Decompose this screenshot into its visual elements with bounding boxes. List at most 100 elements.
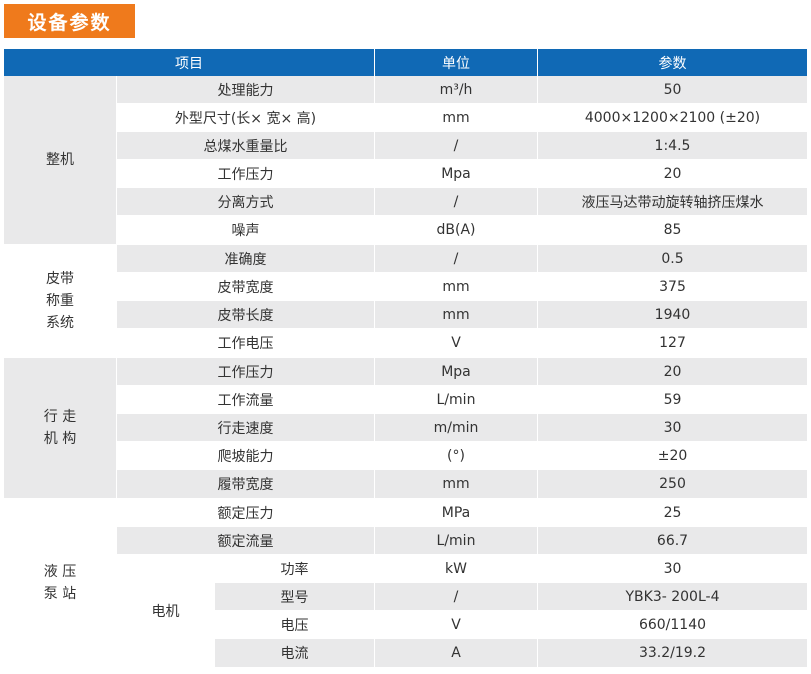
group-label: 液 压 泵 站 bbox=[4, 499, 117, 667]
cell-item: 噪声 bbox=[117, 216, 375, 244]
table-row: 型号 / YBK3- 200L-4 bbox=[215, 583, 807, 611]
row-group: 整机 处理能力 m³/h 50 外型尺寸(长× 宽× 高) mm 4000×1200×210… bbox=[4, 76, 807, 245]
cell-unit: / bbox=[375, 188, 538, 215]
cell-unit: mm bbox=[375, 301, 538, 328]
cell-param: 250 bbox=[538, 470, 807, 498]
cell-param: 1940 bbox=[538, 301, 807, 328]
cell-unit: V bbox=[375, 611, 538, 638]
cell-param: 50 bbox=[538, 76, 807, 103]
group-label: 整机 bbox=[4, 76, 117, 244]
cell-item: 工作电压 bbox=[117, 329, 375, 357]
cell-unit: mm bbox=[375, 104, 538, 131]
row-group: 行 走 机 构工作压力 Mpa 20 工作流量 L/min 59 行走速度 m/min 30 爬坡… bbox=[4, 358, 807, 499]
cell-item: 工作压力 bbox=[117, 160, 375, 187]
cell-item: 皮带长度 bbox=[117, 301, 375, 328]
cell-param: 25 bbox=[538, 499, 807, 526]
cell-unit: / bbox=[375, 583, 538, 610]
cell-param: 30 bbox=[538, 555, 807, 582]
table-row: 行走速度 m/min 30 bbox=[117, 414, 807, 442]
cell-unit: MPa bbox=[375, 499, 538, 526]
table-row: 履带宽度 mm 250 bbox=[117, 470, 807, 498]
header-item: 项目 bbox=[4, 49, 375, 76]
table-row: 功率 kW 30 bbox=[215, 555, 807, 583]
row-group: 皮带 称重 系统 准确度/0.5 皮带宽度 mm 375 皮带长度 mm 1940 工作电压 V 1… bbox=[4, 245, 807, 358]
cell-item: 电压 bbox=[215, 611, 375, 638]
cell-item: 履带宽度 bbox=[117, 470, 375, 498]
cell-unit: Mpa bbox=[375, 358, 538, 385]
cell-unit: m/min bbox=[375, 414, 538, 441]
cell-param: 33.2/19.2 bbox=[538, 639, 807, 667]
cell-param: 1:4.5 bbox=[538, 132, 807, 159]
cell-unit: kW bbox=[375, 555, 538, 582]
row-group: 液 压 泵 站额定压力 MPa 25 额定流量 L/min 66.7 电机 功率 kW 30 型号 /… bbox=[4, 499, 807, 668]
cell-item: 工作压力 bbox=[117, 358, 375, 385]
cell-param: 660/1140 bbox=[538, 611, 807, 638]
cell-param: 0.5 bbox=[538, 245, 807, 272]
group-label: 皮带 称重 系统 bbox=[4, 245, 117, 357]
table-row: 爬坡能力 (°) ±20 bbox=[117, 442, 807, 470]
cell-item: 准确度 bbox=[117, 245, 375, 272]
cell-unit: (°) bbox=[375, 442, 538, 469]
cell-unit: V bbox=[375, 329, 538, 357]
cell-item: 型号 bbox=[215, 583, 375, 610]
cell-item: 皮带宽度 bbox=[117, 273, 375, 300]
table-row: 额定流量 L/min 66.7 bbox=[117, 527, 807, 555]
cell-param: 30 bbox=[538, 414, 807, 441]
cell-param: YBK3- 200L-4 bbox=[538, 583, 807, 610]
table-row: 电压 V 660/1140 bbox=[215, 611, 807, 639]
group-label: 行 走 机 构 bbox=[4, 358, 117, 498]
cell-param: 液压马达带动旋转轴挤压煤水 bbox=[538, 188, 807, 215]
cell-unit: / bbox=[375, 245, 538, 272]
table-body: 整机 处理能力 m³/h 50 外型尺寸(长× 宽× 高) mm 4000×1200×210… bbox=[4, 76, 807, 668]
table-row: 皮带宽度 mm 375 bbox=[117, 273, 807, 301]
cell-param: 85 bbox=[538, 216, 807, 244]
cell-param: 59 bbox=[538, 386, 807, 413]
cell-param: 127 bbox=[538, 329, 807, 357]
cell-unit: Mpa bbox=[375, 160, 538, 187]
cell-param: 4000×1200×2100 (±20) bbox=[538, 104, 807, 131]
cell-item: 功率 bbox=[215, 555, 375, 582]
cell-param: 20 bbox=[538, 358, 807, 385]
cell-unit: dB(A) bbox=[375, 216, 538, 244]
cell-item: 工作流量 bbox=[117, 386, 375, 413]
cell-item: 爬坡能力 bbox=[117, 442, 375, 469]
cell-item: 外型尺寸(长× 宽× 高) bbox=[117, 104, 375, 131]
cell-unit: mm bbox=[375, 470, 538, 498]
cell-param: 66.7 bbox=[538, 527, 807, 554]
cell-item: 行走速度 bbox=[117, 414, 375, 441]
cell-unit: L/min bbox=[375, 527, 538, 554]
parameters-table: 项目 单位 参数 整机 处理能力 m³/h 50 外型尺寸(长× 宽× 高) mm 4000… bbox=[4, 49, 807, 668]
table-row: 总煤水重量比/1:4.5 bbox=[117, 132, 807, 160]
cell-item: 额定压力 bbox=[117, 499, 375, 526]
cell-unit: / bbox=[375, 132, 538, 159]
cell-unit: m³/h bbox=[375, 76, 538, 103]
cell-param: ±20 bbox=[538, 442, 807, 469]
table-row: 工作压力 Mpa 20 bbox=[117, 160, 807, 188]
table-row: 分离方式 / 液压马达带动旋转轴挤压煤水 bbox=[117, 188, 807, 216]
table-row: 处理能力 m³/h 50 bbox=[117, 76, 807, 104]
sub-group: 电机 功率 kW 30 型号 / YBK3- 200L-4 电压 V 660/1140 电流 A 33.… bbox=[117, 555, 807, 667]
table-row: 电流 A 33.2/19.2 bbox=[215, 639, 807, 667]
header-param: 参数 bbox=[658, 55, 687, 72]
cell-unit: mm bbox=[375, 273, 538, 300]
cell-item: 额定流量 bbox=[117, 527, 375, 554]
table-row: 工作压力 Mpa 20 bbox=[117, 358, 807, 386]
table-row: 工作流量 L/min 59 bbox=[117, 386, 807, 414]
table-row: 额定压力 MPa 25 bbox=[117, 499, 807, 527]
cell-param: 20 bbox=[538, 160, 807, 187]
table-header: 项目 单位 参数 bbox=[4, 49, 807, 76]
cell-item: 总煤水重量比 bbox=[117, 132, 375, 159]
table-row: 工作电压 V 127 bbox=[117, 329, 807, 357]
cell-unit: L/min bbox=[375, 386, 538, 413]
section-title: 设备参数 bbox=[4, 4, 135, 38]
cell-unit: A bbox=[375, 639, 538, 667]
cell-item: 电流 bbox=[215, 639, 375, 667]
table-row: 皮带长度 mm 1940 bbox=[117, 301, 807, 329]
sub-group-label: 电机 bbox=[117, 555, 215, 667]
cell-item: 处理能力 bbox=[117, 76, 375, 103]
header-unit: 单位 bbox=[375, 49, 538, 76]
cell-item: 分离方式 bbox=[117, 188, 375, 215]
cell-param: 375 bbox=[538, 273, 807, 300]
table-row: 外型尺寸(长× 宽× 高) mm 4000×1200×2100 (±20) bbox=[117, 104, 807, 132]
table-row: 噪声 dB(A) 85 bbox=[117, 216, 807, 244]
